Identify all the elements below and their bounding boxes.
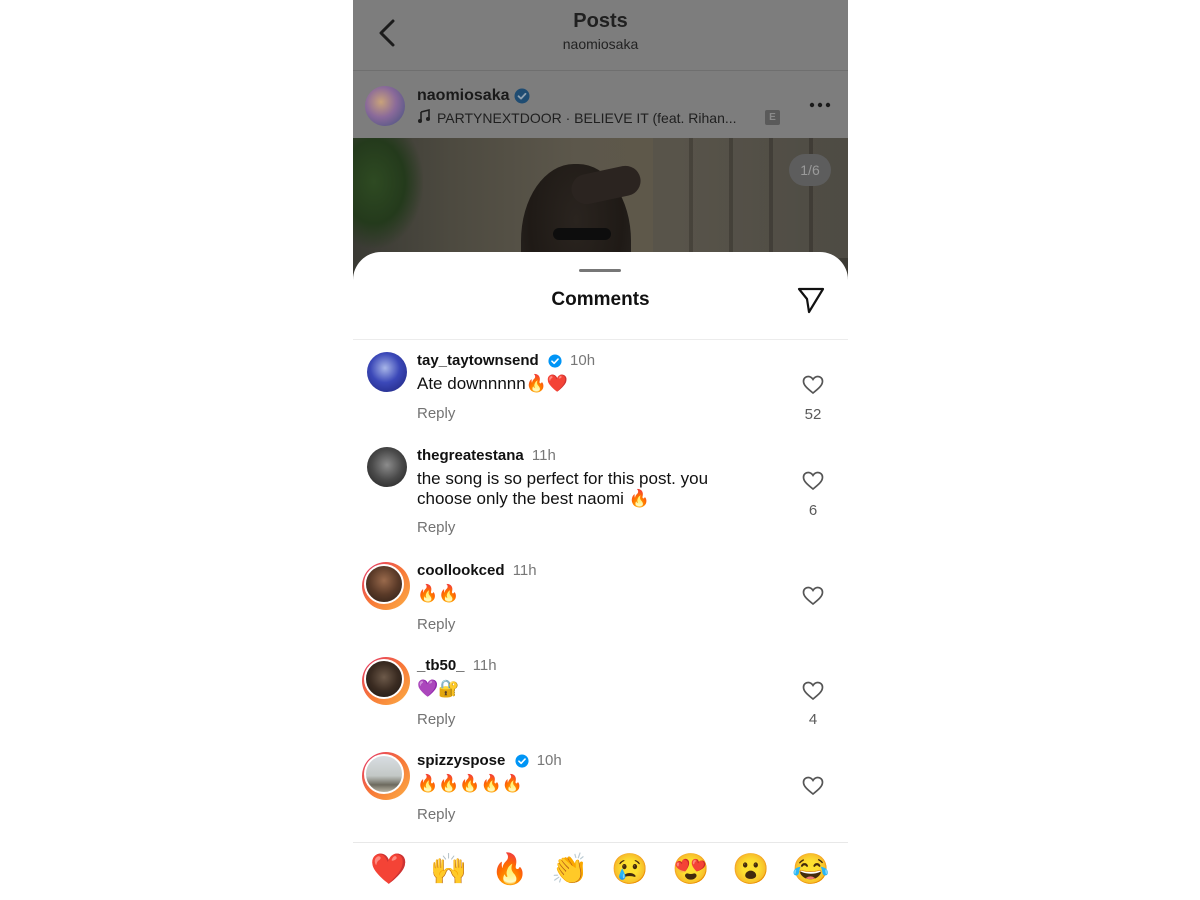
- comment-header: coollookced 11h: [417, 562, 537, 579]
- phone-screen: Posts naomiosaka naomiosaka PARTYNEXTDOO…: [353, 0, 848, 900]
- comment-time: 10h: [570, 352, 596, 369]
- comment-text: 🔥🔥: [417, 584, 460, 603]
- music-track-label: PARTYNEXTDOOR · BELIEVE IT (feat. Rihan.…: [437, 110, 737, 126]
- post-author-avatar[interactable]: [365, 86, 405, 126]
- comment-username[interactable]: spizzyspose: [417, 752, 505, 769]
- reply-button[interactable]: Reply: [417, 711, 455, 728]
- music-note-icon: [418, 109, 430, 123]
- music-track[interactable]: PARTYNEXTDOOR · BELIEVE IT (feat. Rihan.…: [417, 109, 737, 126]
- like-button[interactable]: [802, 586, 824, 606]
- reactions-divider: [353, 842, 848, 843]
- comment-text: 💜🔐: [417, 679, 460, 698]
- like-button[interactable]: [802, 776, 824, 796]
- emoji-raised-hands-button[interactable]: 🙌: [429, 850, 469, 890]
- heart-icon: [802, 586, 824, 606]
- like-count: 4: [808, 711, 818, 728]
- avatar[interactable]: [362, 657, 410, 705]
- emoji-heart-button[interactable]: ❤️: [369, 850, 409, 890]
- heart-icon: [802, 375, 824, 395]
- emoji-crying-button[interactable]: 😢: [610, 850, 650, 890]
- comment-username[interactable]: _tb50_: [417, 657, 465, 674]
- avatar[interactable]: [367, 447, 407, 487]
- image-counter-badge: 1/6: [789, 154, 831, 186]
- reply-button[interactable]: Reply: [417, 616, 455, 633]
- post-header: naomiosaka PARTYNEXTDOOR · BELIEVE IT (f…: [353, 72, 848, 138]
- ellipsis-icon: [809, 102, 831, 108]
- emoji-heart-eyes-button[interactable]: 😍: [671, 850, 711, 890]
- like-button[interactable]: [802, 681, 824, 701]
- comment-header: spizzyspose 10h: [417, 752, 562, 769]
- heart-icon: [802, 681, 824, 701]
- comment-username[interactable]: tay_taytownsend: [417, 352, 539, 369]
- comment-text: 🔥🔥🔥🔥🔥: [417, 774, 523, 793]
- avatar-image: [364, 564, 404, 604]
- emoji-reaction-bar: ❤️ 🙌 🔥 👏 😢 😍 😮 😂: [353, 850, 848, 894]
- verified-badge-icon: [548, 354, 562, 368]
- comment-username[interactable]: thegreatestana: [417, 447, 524, 464]
- top-nav-bar: Posts naomiosaka: [353, 0, 848, 70]
- reply-button[interactable]: Reply: [417, 405, 455, 422]
- comment-time: 10h: [536, 752, 562, 769]
- avatar-image: [364, 754, 404, 794]
- like-button[interactable]: [802, 471, 824, 491]
- emoji-fire-button[interactable]: 🔥: [490, 850, 530, 890]
- more-options-button[interactable]: [807, 98, 833, 112]
- like-button[interactable]: [802, 375, 824, 395]
- paper-plane-icon: [797, 287, 825, 314]
- comments-divider: [353, 339, 848, 340]
- photo-plant-shape: [353, 138, 423, 248]
- reply-button[interactable]: Reply: [417, 519, 455, 536]
- comment-time: 11h: [512, 562, 537, 579]
- page-subtitle: naomiosaka: [562, 36, 639, 52]
- avatar[interactable]: [367, 352, 407, 392]
- page-title: Posts: [573, 10, 628, 32]
- verified-badge-icon: [514, 88, 530, 104]
- heart-icon: [802, 776, 824, 796]
- avatar[interactable]: [362, 752, 410, 800]
- comment-header: tay_taytownsend 10h: [417, 352, 595, 369]
- emoji-surprised-button[interactable]: 😮: [731, 850, 771, 890]
- comment-text: the song is so perfect for this post. yo…: [417, 469, 709, 508]
- explicit-badge: E: [765, 110, 780, 125]
- comment-header: thegreatestana 11h: [417, 447, 556, 464]
- comment-header: _tb50_ 11h: [417, 657, 497, 674]
- comments-title: Comments: [551, 289, 650, 310]
- sheet-drag-handle[interactable]: [579, 269, 621, 272]
- like-count: 52: [804, 406, 822, 423]
- comments-sheet: Comments tay_taytownsend 10h Ate downnnn…: [353, 252, 848, 900]
- post-author-username: naomiosaka: [417, 87, 510, 104]
- photo-sunglasses-shape: [553, 228, 611, 240]
- comment-time: 11h: [472, 657, 497, 674]
- nav-divider: [353, 70, 848, 71]
- emoji-clap-button[interactable]: 👏: [550, 850, 590, 890]
- verified-badge-icon: [514, 754, 529, 768]
- reply-button[interactable]: Reply: [417, 806, 455, 823]
- heart-icon: [802, 471, 824, 491]
- avatar-image: [364, 659, 404, 699]
- like-count: 6: [808, 502, 818, 519]
- emoji-laughing-button[interactable]: 😂: [791, 850, 831, 890]
- avatar[interactable]: [362, 562, 410, 610]
- comment-username[interactable]: coollookced: [417, 562, 505, 579]
- comment-time: 11h: [531, 447, 556, 464]
- share-button[interactable]: [796, 286, 826, 314]
- post-author-name[interactable]: naomiosaka: [417, 87, 530, 105]
- comment-text: Ate downnnnn🔥❤️: [417, 374, 569, 393]
